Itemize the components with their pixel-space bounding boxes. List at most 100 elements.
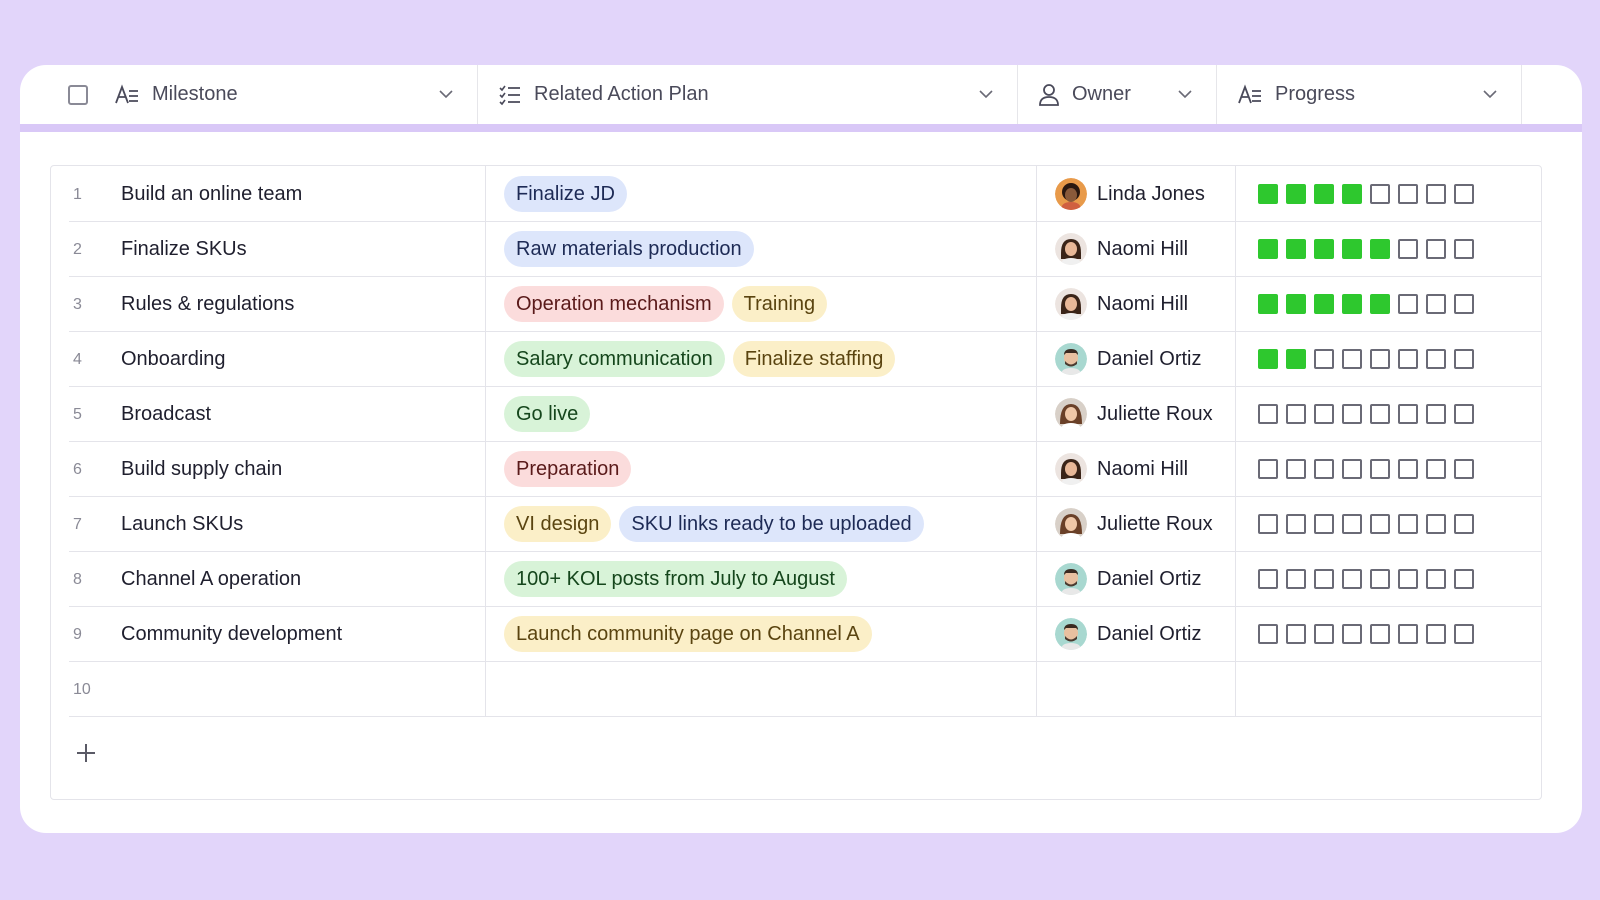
progress-box-empty[interactable]	[1314, 404, 1334, 424]
progress-cell[interactable]	[1236, 551, 1541, 607]
progress-box-empty[interactable]	[1370, 404, 1390, 424]
progress-column-header[interactable]: Progress	[1217, 65, 1522, 124]
action-plan-tag[interactable]: Salary communication	[504, 341, 725, 377]
progress-box-empty[interactable]	[1426, 569, 1446, 589]
progress-box-empty[interactable]	[1454, 459, 1474, 479]
progress-box-empty[interactable]	[1426, 239, 1446, 259]
progress-box-empty[interactable]	[1454, 239, 1474, 259]
progress-box-filled[interactable]	[1314, 239, 1334, 259]
progress-box-filled[interactable]	[1342, 184, 1362, 204]
owner-cell[interactable]: Daniel Ortiz	[1037, 551, 1236, 607]
progress-box-empty[interactable]	[1370, 459, 1390, 479]
progress-box-filled[interactable]	[1286, 239, 1306, 259]
action-plan-cell[interactable]: 100+ KOL posts from July to August	[486, 551, 1037, 607]
progress-box-filled[interactable]	[1314, 184, 1334, 204]
progress-box-empty[interactable]	[1454, 569, 1474, 589]
progress-cell[interactable]	[1236, 276, 1541, 332]
progress-box-filled[interactable]	[1286, 294, 1306, 314]
progress-box-filled[interactable]	[1342, 239, 1362, 259]
action-plan-cell[interactable]: Launch community page on Channel A	[486, 606, 1037, 662]
progress-cell[interactable]	[1236, 386, 1541, 442]
progress-box-empty[interactable]	[1454, 514, 1474, 534]
milestone-cell[interactable]: 8 Channel A operation	[51, 551, 486, 607]
chevron-down-icon[interactable]	[1481, 85, 1499, 109]
table-row[interactable]: 1 Build an online team Finalize JD Linda Jo…	[51, 166, 1541, 222]
chevron-down-icon[interactable]	[977, 85, 995, 109]
owner-column-header[interactable]: Owner	[1018, 65, 1217, 124]
progress-box-empty[interactable]	[1370, 569, 1390, 589]
action-plan-tag[interactable]: SKU links ready to be uploaded	[619, 506, 924, 542]
progress-box-filled[interactable]	[1258, 184, 1278, 204]
milestone-cell[interactable]: 1 Build an online team	[51, 166, 486, 222]
progress-box-empty[interactable]	[1342, 514, 1362, 534]
action-plan-cell[interactable]: Salary communication Finalize staffing	[486, 331, 1037, 387]
progress-box-empty[interactable]	[1398, 239, 1418, 259]
progress-box-empty[interactable]	[1342, 569, 1362, 589]
progress-box-empty[interactable]	[1314, 624, 1334, 644]
progress-box-empty[interactable]	[1398, 624, 1418, 644]
table-row[interactable]: 3 Rules & regulations Operation mechanism T…	[51, 276, 1541, 332]
progress-box-empty[interactable]	[1258, 569, 1278, 589]
progress-box-empty[interactable]	[1426, 349, 1446, 369]
owner-cell[interactable]: Naomi Hill	[1037, 441, 1236, 497]
action-plan-tag[interactable]: Finalize staffing	[732, 341, 896, 377]
progress-box-empty[interactable]	[1454, 624, 1474, 644]
progress-cell[interactable]	[1236, 221, 1541, 277]
action-plan-tag[interactable]: Go live	[504, 396, 591, 432]
progress-box-empty[interactable]	[1398, 294, 1418, 314]
progress-box-empty[interactable]	[1426, 184, 1446, 204]
owner-cell[interactable]: Naomi Hill	[1037, 276, 1236, 332]
progress-box-empty[interactable]	[1426, 624, 1446, 644]
progress-box-empty[interactable]	[1398, 184, 1418, 204]
progress-box-empty[interactable]	[1314, 459, 1334, 479]
owner-cell[interactable]: Daniel Ortiz	[1037, 331, 1236, 387]
action-plan-cell[interactable]: Raw materials production	[486, 221, 1037, 277]
action-plan-cell[interactable]: Finalize JD	[486, 166, 1037, 222]
progress-box-empty[interactable]	[1286, 624, 1306, 644]
progress-box-empty[interactable]	[1426, 514, 1446, 534]
table-row[interactable]: 10	[51, 661, 1541, 717]
progress-box-filled[interactable]	[1370, 294, 1390, 314]
progress-box-empty[interactable]	[1370, 184, 1390, 204]
owner-cell[interactable]: Naomi Hill	[1037, 221, 1236, 277]
milestone-cell[interactable]: 4 Onboarding	[51, 331, 486, 387]
owner-cell[interactable]: Juliette Roux	[1037, 496, 1236, 552]
milestone-cell[interactable]: 9 Community development	[51, 606, 486, 662]
progress-box-filled[interactable]	[1258, 349, 1278, 369]
progress-box-filled[interactable]	[1286, 184, 1306, 204]
progress-box-empty[interactable]	[1342, 459, 1362, 479]
progress-box-filled[interactable]	[1342, 294, 1362, 314]
progress-box-empty[interactable]	[1398, 404, 1418, 424]
progress-box-filled[interactable]	[1286, 349, 1306, 369]
progress-box-empty[interactable]	[1370, 624, 1390, 644]
action-plan-tag[interactable]: 100+ KOL posts from July to August	[504, 561, 847, 597]
progress-cell[interactable]	[1236, 166, 1541, 222]
owner-cell[interactable]: Linda Jones	[1037, 166, 1236, 222]
milestone-cell[interactable]: 10	[51, 661, 486, 717]
progress-box-empty[interactable]	[1286, 514, 1306, 534]
action-plan-tag[interactable]: Training	[731, 286, 828, 322]
progress-box-empty[interactable]	[1342, 624, 1362, 644]
progress-box-empty[interactable]	[1258, 624, 1278, 644]
progress-box-empty[interactable]	[1286, 459, 1306, 479]
milestone-cell[interactable]: 2 Finalize SKUs	[51, 221, 486, 277]
action-plan-cell[interactable]: Go live	[486, 386, 1037, 442]
add-row-plus-icon[interactable]	[75, 742, 97, 769]
progress-box-empty[interactable]	[1286, 404, 1306, 424]
progress-box-filled[interactable]	[1258, 294, 1278, 314]
action-plan-tag[interactable]: Operation mechanism	[504, 286, 724, 322]
progress-box-empty[interactable]	[1398, 459, 1418, 479]
select-all-checkbox[interactable]	[68, 84, 88, 105]
table-row[interactable]: 9 Community development Launch community p…	[51, 606, 1541, 662]
action-plan-tag[interactable]: VI design	[504, 506, 612, 542]
action-plan-cell[interactable]: VI design SKU links ready to be uploaded	[486, 496, 1037, 552]
progress-box-empty[interactable]	[1398, 514, 1418, 534]
progress-box-filled[interactable]	[1370, 239, 1390, 259]
progress-cell[interactable]	[1236, 496, 1541, 552]
progress-box-empty[interactable]	[1454, 294, 1474, 314]
progress-box-empty[interactable]	[1454, 184, 1474, 204]
progress-box-filled[interactable]	[1258, 239, 1278, 259]
progress-box-empty[interactable]	[1398, 569, 1418, 589]
milestone-cell[interactable]: 7 Launch SKUs	[51, 496, 486, 552]
action-plan-tag[interactable]: Raw materials production	[504, 231, 754, 267]
